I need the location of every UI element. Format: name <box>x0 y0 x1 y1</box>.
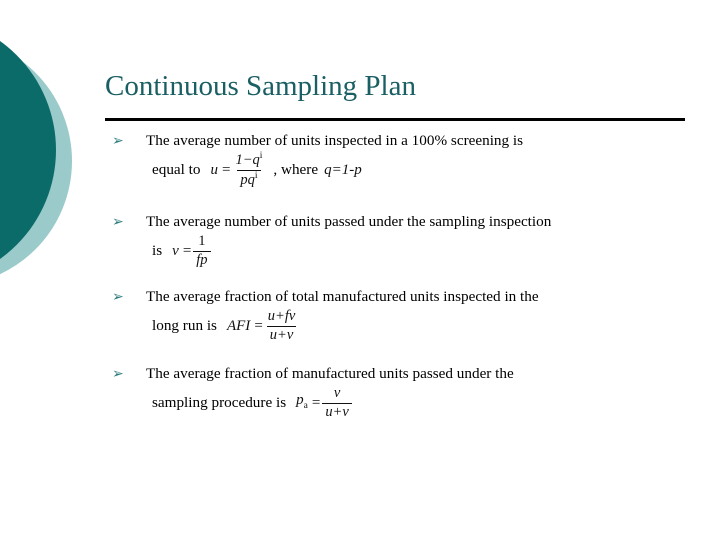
formula-v: v = 1 fp <box>172 233 211 268</box>
bullet-text-line2: sampling procedure is pa = v u+v <box>146 384 700 422</box>
bullet-text-line1: The average number of units inspected in… <box>146 132 524 149</box>
bullet-text-line1: The average fraction of total manufactur… <box>146 288 539 305</box>
bullet-arrow-icon: ➢ <box>112 133 124 149</box>
formula-denominator: u+v <box>266 325 297 343</box>
bullet-text-line2: is v = 1 fp <box>146 232 700 270</box>
numerator-exponent: i <box>259 151 263 162</box>
formula-fraction: 1 fp <box>193 233 211 268</box>
formula-denominator: fp <box>193 250 211 268</box>
bullet-text-prefix: is <box>152 242 163 259</box>
title-underline-rule <box>105 118 685 121</box>
formula-lhs: u <box>210 162 219 178</box>
bullet-text-prefix: equal to <box>152 161 201 178</box>
formula-fraction: u+fv u+v <box>265 309 299 342</box>
formula-equals: = <box>311 395 321 411</box>
formula-lhs: pa <box>296 390 310 416</box>
formula-lhs: AFI <box>226 318 251 334</box>
formula-pa: pa = v u+v <box>296 386 352 419</box>
formula-u: u = 1−qi pqi <box>210 151 266 188</box>
bullet-text-suffix: , where <box>273 161 319 178</box>
formula-numerator: u+fv <box>267 308 296 325</box>
title-block: Continuous Sampling Plan <box>105 66 690 106</box>
formula-numerator: 1−qi <box>232 151 265 169</box>
numerator-text: 1−q <box>235 152 260 169</box>
bullet-text-line2: equal to u = 1−qi pqi , where q=1-p <box>146 151 700 189</box>
formula-equals: = <box>182 243 192 259</box>
formula-denominator: pqi <box>237 169 261 188</box>
bullet-arrow-icon: ➢ <box>112 366 124 382</box>
formula-lhs: v <box>172 243 179 259</box>
formula-afi: AFI = u+fv u+v <box>227 309 298 342</box>
denominator-exponent: i <box>254 170 258 181</box>
formula-equals: = <box>254 318 263 334</box>
formula-denominator: u+v <box>322 402 352 420</box>
formula-fraction: 1−qi pqi <box>232 151 265 188</box>
list-item: ➢ The average number of units inspected … <box>110 130 700 189</box>
bullet-text-prefix: long run is <box>152 317 217 334</box>
bullet-text-line2: long run is AFI = u+fv u+v <box>146 307 700 345</box>
denominator-text: pq <box>240 171 255 188</box>
slide-canvas: Continuous Sampling Plan ➢ The average n… <box>0 0 720 540</box>
list-item: ➢ The average number of units passed und… <box>110 211 700 270</box>
bullet-arrow-icon: ➢ <box>112 214 124 230</box>
bullet-text-line1: The average number of units passed under… <box>146 213 552 230</box>
lhs-text: p <box>296 392 304 408</box>
bullet-list: ➢ The average number of units inspected … <box>110 130 700 436</box>
list-item: ➢ The average fraction of manufactured u… <box>110 363 700 422</box>
lhs-subscript: a <box>303 401 308 411</box>
page-title: Continuous Sampling Plan <box>105 70 416 102</box>
bullet-text-line1: The average fraction of manufactured uni… <box>146 365 514 382</box>
formula-equals: = <box>222 162 231 178</box>
formula-numerator: v <box>333 385 341 402</box>
formula-condition: q=1-p <box>324 162 362 178</box>
bullet-text-prefix: sampling procedure is <box>152 394 287 411</box>
bullet-arrow-icon: ➢ <box>112 289 124 305</box>
formula-numerator: 1 <box>198 233 206 250</box>
list-item: ➢ The average fraction of total manufact… <box>110 286 700 345</box>
formula-fraction: v u+v <box>322 385 352 420</box>
